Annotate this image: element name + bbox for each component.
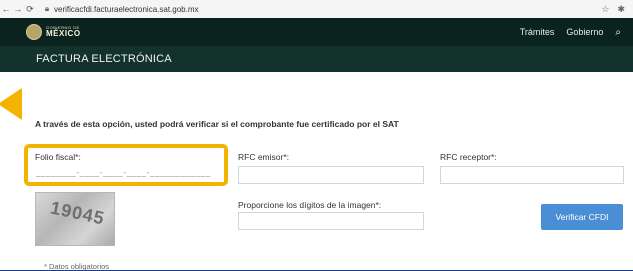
header-nav: Trámites Gobierno ⌕: [520, 27, 633, 38]
rfc-emisor-input[interactable]: [238, 166, 424, 184]
section-title: FACTURA ELECTRÓNICA: [36, 53, 172, 65]
search-icon[interactable]: ⌕: [615, 27, 621, 38]
intro-text: A través de esta opción, usted podrá ver…: [35, 119, 399, 129]
seal-icon: [26, 24, 42, 40]
captcha-input[interactable]: [238, 212, 424, 230]
pointer-arrow: [0, 88, 22, 120]
main-content: A través de esta opción, usted podrá ver…: [0, 72, 633, 271]
app-frame: ← → ⟳ 🔒︎ verificacfdi.facturaelectronica…: [0, 0, 633, 271]
star-icon[interactable]: ☆: [601, 4, 609, 15]
government-header: GOBIERNO DE MÉXICO Trámites Gobierno ⌕: [0, 18, 633, 46]
section-bar: FACTURA ELECTRÓNICA: [0, 46, 633, 72]
back-icon[interactable]: ←: [0, 4, 12, 14]
pin-icon[interactable]: ✱: [617, 4, 625, 15]
rfc-receptor-label: RFC receptor*:: [440, 152, 497, 162]
nav-gobierno[interactable]: Gobierno: [566, 27, 603, 37]
lock-icon: 🔒︎: [44, 4, 50, 13]
logo-text: GOBIERNO DE MÉXICO: [46, 25, 81, 38]
browser-actions: ☆ ✱: [601, 4, 633, 15]
address-bar[interactable]: verificacfdi.facturaelectronica.sat.gob.…: [54, 5, 199, 14]
rfc-emisor-label: RFC emisor*:: [238, 152, 290, 162]
captcha-image: 19045: [35, 192, 115, 246]
rfc-receptor-input[interactable]: [440, 166, 624, 184]
reload-icon[interactable]: ⟳: [24, 4, 36, 15]
nav-tramites[interactable]: Trámites: [520, 27, 555, 37]
forward-icon[interactable]: →: [12, 4, 24, 14]
captcha-digits: 19045: [48, 197, 107, 229]
folio-fiscal-input[interactable]: ________-____-____-____-____________: [36, 168, 216, 180]
gobierno-mexico-logo[interactable]: GOBIERNO DE MÉXICO: [26, 24, 81, 40]
captcha-label: Proporcione los dígitos de la imagen*:: [238, 200, 382, 210]
browser-toolbar: ← → ⟳ 🔒︎ verificacfdi.facturaelectronica…: [0, 0, 633, 19]
verify-cfdi-button[interactable]: Verificar CFDI: [541, 204, 623, 230]
